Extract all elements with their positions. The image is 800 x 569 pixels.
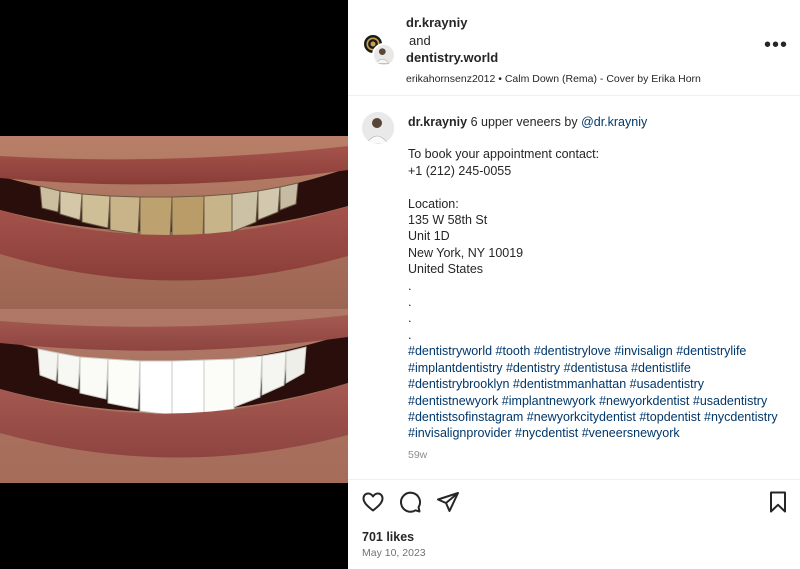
caption-body: dr.krayniy 6 upper veneers by @dr.krayni…	[408, 114, 788, 463]
heart-icon[interactable]	[361, 490, 385, 514]
caption-text: To book your appointment contact: +1 (21…	[408, 147, 600, 342]
caption-username[interactable]: dr.krayniy	[408, 115, 467, 129]
collab-avatars[interactable]	[362, 33, 396, 67]
caption-mention[interactable]: @dr.krayniy	[581, 115, 647, 129]
paper-plane-icon[interactable]	[436, 490, 460, 514]
bookmark-icon[interactable]	[766, 490, 790, 514]
comment-bubble-icon[interactable]	[398, 490, 422, 514]
header-username-2[interactable]: dentistry.world	[406, 49, 746, 67]
caption-section: dr.krayniy 6 upper veneers by @dr.krayni…	[348, 97, 800, 479]
caption-time-ago: 59w	[408, 448, 428, 461]
caption-intro: 6 upper veneers by	[470, 115, 578, 129]
avatar-dr-krayniy[interactable]	[372, 43, 396, 67]
action-bar: 701 likes May 10, 2023	[348, 479, 800, 569]
post-media[interactable]	[0, 0, 348, 569]
more-options-icon[interactable]: •••	[764, 35, 787, 58]
post-date: May 10, 2023	[362, 547, 426, 559]
caption-avatar[interactable]	[362, 112, 394, 144]
after-photo	[0, 309, 348, 483]
header-and-text: and	[409, 33, 431, 48]
audio-track-link[interactable]: erikahornsenz2012 • Calm Down (Rema) - C…	[406, 73, 746, 86]
likes-count[interactable]: 701 likes	[362, 530, 414, 544]
caption-hashtags[interactable]: #dentistryworld #tooth #dentistrylove #i…	[408, 343, 788, 441]
before-photo	[0, 136, 348, 309]
header-text: dr.krayniy and dentistry.world erikahorn…	[406, 14, 746, 86]
post-sidebar: dr.krayniy and dentistry.world erikahorn…	[348, 0, 800, 569]
post-header: dr.krayniy and dentistry.world erikahorn…	[348, 0, 800, 96]
header-username-1[interactable]: dr.krayniy	[406, 14, 746, 32]
